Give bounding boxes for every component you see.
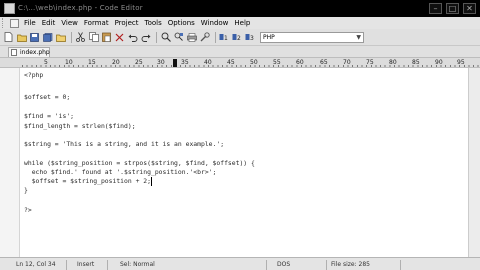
svg-text:1: 1	[224, 35, 228, 42]
settings-icon[interactable]	[199, 32, 210, 43]
column-ruler: 5 10 15 20 25 30 35 40 45 50 55 60 65 70…	[0, 57, 480, 68]
menu-tools[interactable]: Tools	[142, 17, 165, 29]
undo-icon[interactable]	[127, 32, 138, 43]
menu-grip	[2, 18, 8, 28]
ruler-mark: 20	[112, 59, 120, 66]
code-line: $string = 'This is a string, and it is a…	[24, 140, 225, 148]
menu-help[interactable]: Help	[231, 17, 253, 29]
copy-icon[interactable]	[88, 32, 99, 43]
ruler-mark: 55	[273, 59, 281, 66]
vertical-scrollbar[interactable]	[468, 68, 480, 257]
svg-text:3: 3	[250, 35, 254, 42]
status-encoding: DOS	[266, 260, 326, 270]
find-icon[interactable]	[160, 32, 171, 43]
toolbar-separator	[215, 31, 216, 43]
open-icon[interactable]	[55, 32, 66, 43]
window-controls: – □ ✕	[429, 3, 476, 14]
open-folder-icon[interactable]	[16, 32, 27, 43]
ruler-mark: 40	[204, 59, 212, 66]
ruler-mark: 85	[412, 59, 420, 66]
ruler-mark: 15	[88, 59, 96, 66]
text-caret	[150, 176, 152, 186]
editor-gutter	[0, 68, 20, 257]
status-bar: Ln 12, Col 34 Insert Sel: Normal DOS Fil…	[0, 257, 480, 270]
menu-project[interactable]: Project	[112, 17, 142, 29]
status-cursor-position: Ln 12, Col 34	[16, 261, 56, 268]
status-insert-mode: Insert	[66, 260, 94, 270]
ruler-mark: 35	[181, 59, 189, 66]
ruler-mark: 90	[435, 59, 443, 66]
tab-index-php[interactable]: index.php	[8, 47, 50, 57]
code-line: <?php	[24, 71, 44, 79]
ruler-mark: 65	[320, 59, 328, 66]
language-select[interactable]: PHP ▼	[260, 31, 364, 43]
replace-icon[interactable]	[173, 32, 184, 43]
ruler-mark: 25	[135, 59, 143, 66]
bookmark-prev-icon[interactable]: 2	[232, 32, 243, 43]
ruler-mark: 50	[250, 59, 258, 66]
menu-format[interactable]: Format	[81, 17, 112, 29]
ruler-mark: 75	[366, 59, 374, 66]
code-editor[interactable]: <?php $offset = 0; $find = 'is'; $find_l…	[0, 68, 480, 257]
ruler-mark: 80	[389, 59, 397, 66]
ruler-mark: 70	[343, 59, 351, 66]
code-line-current: $offset = $string_position + 2;	[24, 176, 152, 187]
redo-icon[interactable]	[140, 32, 151, 43]
toolbar-separator	[156, 31, 157, 43]
minimize-button[interactable]: –	[429, 3, 442, 14]
document-tabs: index.php	[0, 46, 480, 57]
code-line: $offset = 0;	[24, 93, 71, 101]
toolbar-separator	[71, 31, 72, 43]
ruler-mark: 45	[227, 59, 235, 66]
code-line: $find_length = strlen($find);	[24, 122, 136, 130]
menu-options[interactable]: Options	[165, 17, 198, 29]
ruler-caret-marker	[173, 59, 177, 67]
print-icon[interactable]	[186, 32, 197, 43]
maximize-button[interactable]: □	[446, 3, 459, 14]
ruler-mark: 60	[296, 59, 304, 66]
status-file-size: File size: 285	[326, 260, 370, 270]
menu-file[interactable]: File	[21, 17, 39, 29]
close-button[interactable]: ✕	[463, 3, 476, 14]
bookmark-toggle-icon[interactable]: 1	[219, 32, 230, 43]
title-bar: C:\...\web\index.php - Code Editor – □ ✕	[0, 0, 480, 17]
save-all-icon[interactable]	[42, 32, 53, 43]
menu-window[interactable]: Window	[198, 17, 232, 29]
chevron-down-icon: ▼	[356, 33, 361, 41]
document-icon[interactable]	[10, 18, 19, 28]
menu-bar: File Edit View Format Project Tools Opti…	[0, 17, 480, 29]
status-selection-mode: Sel: Normal	[107, 260, 155, 270]
svg-text:2: 2	[237, 35, 241, 42]
ruler-mark: 30	[157, 59, 165, 66]
new-file-icon[interactable]	[3, 32, 14, 43]
window-title: C:\...\web\index.php - Code Editor	[18, 4, 143, 12]
code-line: }	[24, 186, 28, 194]
tab-label: index.php	[20, 49, 50, 56]
menu-edit[interactable]: Edit	[39, 17, 59, 29]
app-icon	[4, 3, 15, 14]
code-line-text: $offset = $string_position + 2;	[24, 177, 151, 185]
cut-icon[interactable]	[75, 32, 86, 43]
status-empty	[400, 260, 480, 270]
code-line: ?>	[24, 206, 32, 214]
ruler-mark: 10	[65, 59, 73, 66]
bookmark-next-icon[interactable]: 3	[245, 32, 256, 43]
paste-icon[interactable]	[101, 32, 112, 43]
toolbar: 1 2 3 PHP ▼	[0, 29, 480, 46]
ruler-mark: 95	[457, 59, 465, 66]
menu-view[interactable]: View	[58, 17, 81, 29]
save-icon[interactable]	[29, 32, 40, 43]
language-select-value: PHP	[263, 33, 275, 41]
php-file-icon	[11, 49, 17, 56]
delete-icon[interactable]	[114, 32, 125, 43]
ruler-mark: 5	[44, 59, 48, 66]
